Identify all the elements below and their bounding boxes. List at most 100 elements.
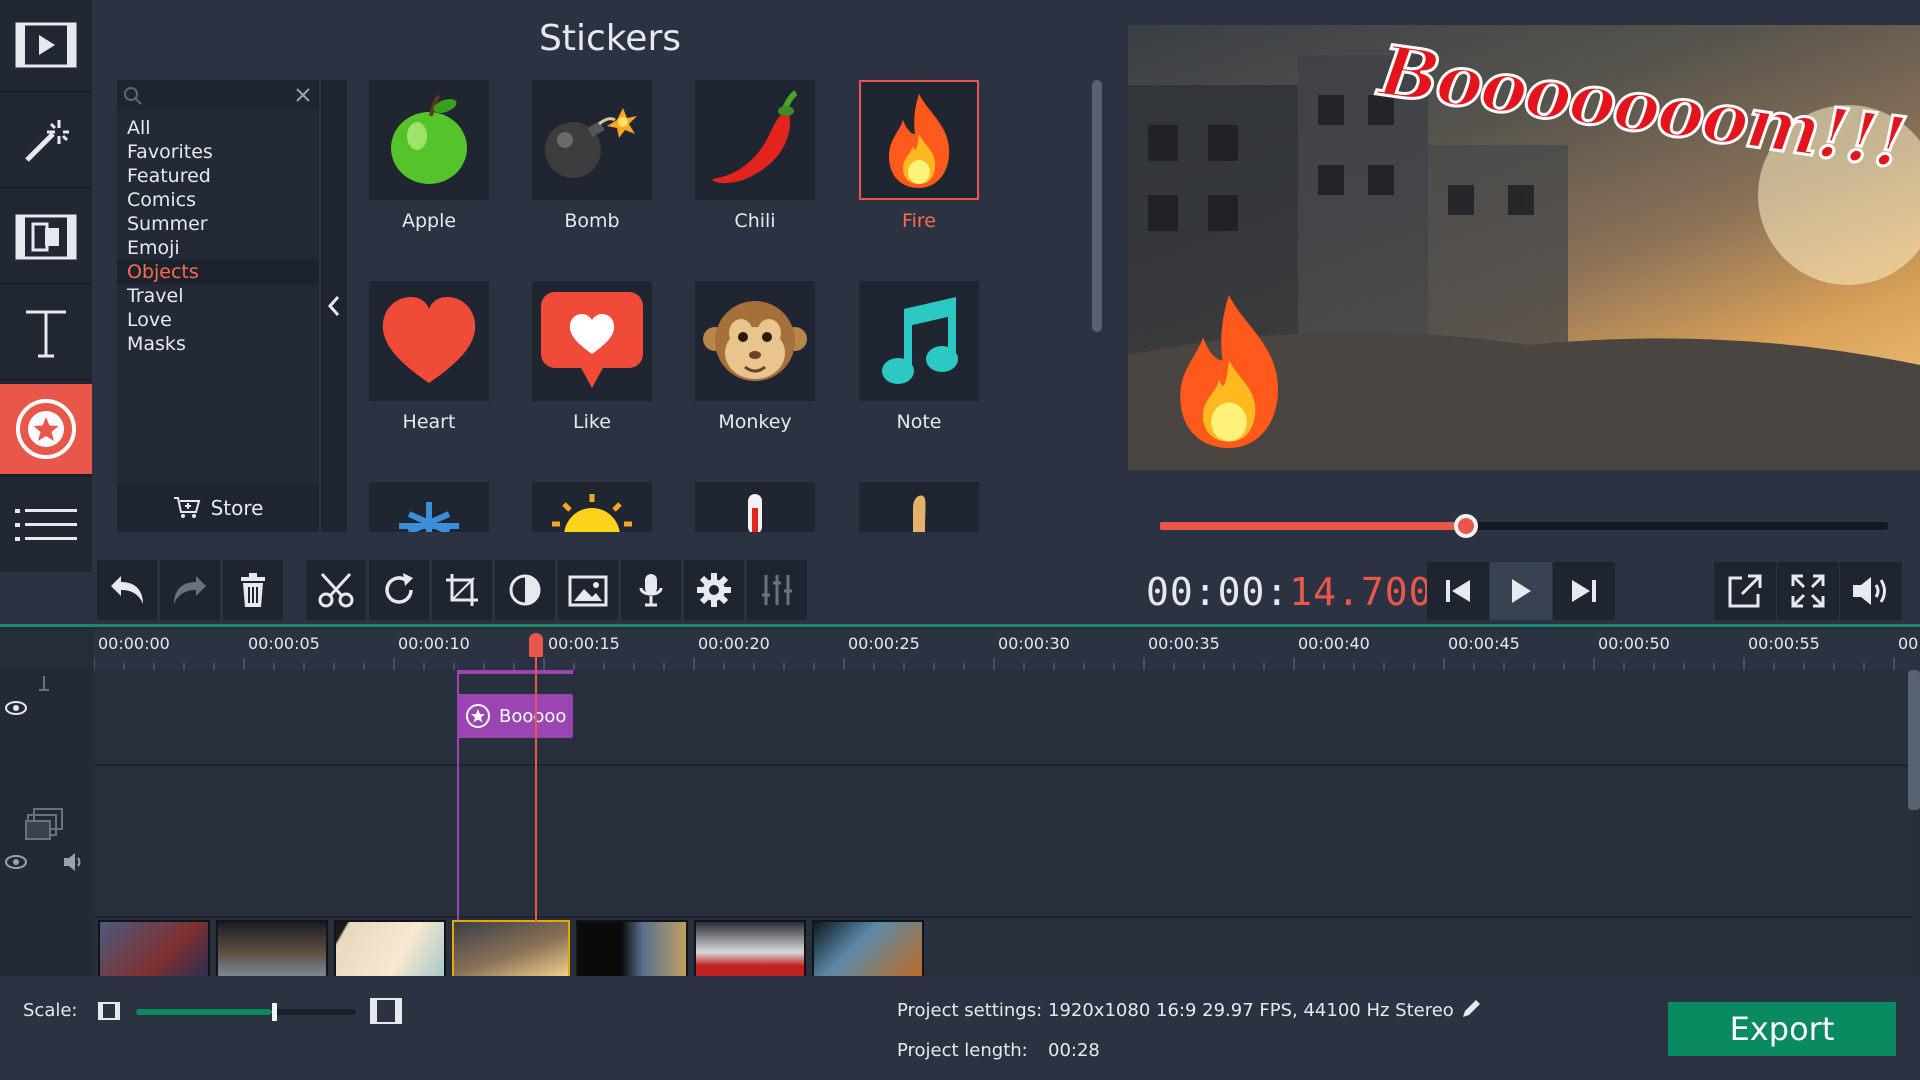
playhead[interactable] [535,633,537,923]
category-item[interactable]: Travel [117,284,319,308]
category-item-selected[interactable]: Objects [117,260,319,284]
sticker-grid-scrollbar[interactable] [1092,80,1102,332]
collapse-panel-button[interactable] [321,80,347,532]
zoom-in-film-icon[interactable] [370,998,402,1024]
playback-progress-bar[interactable] [1160,522,1888,530]
sticker-range-bar [457,670,573,674]
next-clip-button[interactable] [1553,562,1615,620]
category-item[interactable]: Comics [117,188,319,212]
play-button[interactable] [1490,562,1552,620]
clear-search-icon[interactable] [295,87,311,103]
category-item[interactable]: Summer [117,212,319,236]
film-transition-icon [15,214,77,260]
sticker-tile-heart[interactable] [369,281,489,401]
preview-fire-sticker-icon[interactable] [1164,275,1294,465]
time-ruler[interactable]: 00:00:00 00:00:05 00:00:10 00:00:15 00:0… [94,630,1920,670]
sticker-label: Chili [675,210,835,232]
sticker-tile-bomb[interactable] [532,80,652,200]
popout-preview-button[interactable] [1714,562,1776,620]
category-item[interactable]: Featured [117,164,319,188]
scale-slider[interactable] [136,1009,356,1015]
text-t-icon [24,308,68,358]
video-clip[interactable] [812,920,924,979]
sticker-tile-monkey[interactable] [695,281,815,401]
eye-icon[interactable] [4,700,28,716]
sticker-tile-apple[interactable] [369,80,489,200]
video-preview[interactable]: Booooooom!!! [1128,25,1920,470]
stickers-button[interactable] [0,384,92,477]
video-clip-selected[interactable] [452,920,570,979]
fullscreen-button[interactable] [1777,562,1839,620]
play-icon [1509,577,1533,605]
pencil-icon[interactable] [1460,998,1482,1020]
more-tools-button[interactable] [0,480,92,573]
video-clip[interactable] [576,920,688,979]
video-clip[interactable] [694,920,806,979]
store-button[interactable]: Store [117,484,319,532]
category-item[interactable]: Masks [117,332,319,356]
project-settings-value: 1920x1080 16:9 29.97 FPS, 44100 Hz Stere… [1048,1000,1454,1021]
scale-slider-knob[interactable] [272,1003,277,1021]
clip-properties-button[interactable] [684,560,744,620]
search-icon [123,86,143,106]
rotate-button[interactable] [369,560,429,620]
playhead-handle[interactable] [529,633,543,657]
sticker-tile-like[interactable] [532,281,652,401]
thermometer-icon [740,488,770,532]
sticker-tile-note[interactable] [859,281,979,401]
sticker-tile-sun[interactable] [532,482,652,532]
color-adjust-button[interactable] [495,560,555,620]
ruler-minor-ticks [94,658,1920,670]
video-clip[interactable] [334,920,446,979]
import-media-button[interactable] [0,0,92,93]
sticker-tile-thermometer[interactable] [695,482,815,532]
equalizer-button[interactable] [747,560,807,620]
record-audio-button[interactable] [621,560,681,620]
overlay-track[interactable] [94,768,1912,918]
scissors-icon [318,572,354,608]
delete-button[interactable] [223,560,283,620]
search-input[interactable] [117,80,319,110]
progress-knob[interactable] [1454,514,1478,538]
category-item[interactable]: All [117,116,319,140]
sticker-tile-chili[interactable] [695,80,815,200]
video-track[interactable] [94,920,1912,979]
video-clip[interactable] [216,920,328,979]
category-list: All Favorites Featured Comics Summer Emo… [117,116,319,356]
heart-icon [377,291,481,391]
category-item[interactable]: Emoji [117,236,319,260]
zoom-out-film-icon[interactable] [98,1002,120,1020]
export-button[interactable]: Export [1668,1002,1896,1056]
transitions-button[interactable] [0,192,92,285]
crop-button[interactable] [432,560,492,620]
timeline-scrollbar[interactable] [1908,670,1920,810]
undo-icon [107,574,147,606]
eye-icon[interactable] [4,854,28,870]
timeline[interactable]: 00:00:00 00:00:05 00:00:10 00:00:15 00:0… [0,624,1920,976]
project-length-value: 00:28 [1048,1040,1100,1061]
category-item[interactable]: Favorites [117,140,319,164]
video-clip[interactable] [98,920,210,979]
list-icon [15,505,77,549]
skip-back-icon [1444,577,1472,605]
gear-icon [696,572,732,608]
filters-button[interactable] [0,96,92,189]
track-headers [0,670,92,979]
redo-button[interactable] [160,560,220,620]
titles-button[interactable] [0,288,92,381]
sticker-tile-thumb[interactable] [859,482,979,532]
previous-clip-button[interactable] [1427,562,1489,620]
sticker-track[interactable] [94,670,1912,766]
undo-button[interactable] [97,560,157,620]
sticker-clip[interactable]: Booooo [457,694,573,738]
sticker-tile-fire-selected[interactable] [859,80,979,200]
volume-button[interactable] [1840,562,1902,620]
timecode-seconds: 14.700 [1289,570,1432,614]
video-track-icon [24,807,64,841]
category-item[interactable]: Love [117,308,319,332]
image-settings-button[interactable] [558,560,618,620]
speaker-icon[interactable] [62,852,86,872]
cut-button[interactable] [306,560,366,620]
sticker-tile-snowflake[interactable] [369,482,489,532]
speaker-icon [1851,575,1891,607]
